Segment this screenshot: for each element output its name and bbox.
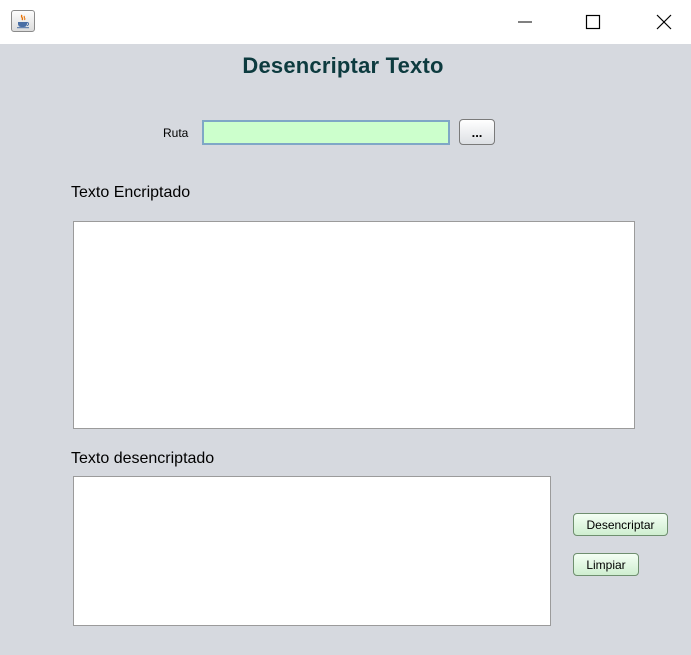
window-titlebar xyxy=(0,0,691,44)
ruta-input[interactable] xyxy=(202,120,450,145)
minimize-button[interactable] xyxy=(502,0,548,44)
encrypted-text-label: Texto Encriptado xyxy=(71,184,191,201)
browse-button[interactable]: ... xyxy=(459,119,495,145)
maximize-button[interactable] xyxy=(570,0,616,44)
decrypted-textarea[interactable] xyxy=(73,476,551,626)
form-panel: Desencriptar Texto Ruta ... Texto Encrip… xyxy=(0,44,691,655)
decrypted-text-label: Texto desencriptado xyxy=(71,450,215,467)
minimize-icon xyxy=(518,21,532,23)
ruta-label: Ruta xyxy=(163,126,189,140)
java-coffee-icon[interactable] xyxy=(11,10,35,32)
close-icon xyxy=(656,14,672,30)
decrypt-button[interactable]: Desencriptar xyxy=(573,513,668,536)
maximize-icon xyxy=(585,14,601,30)
encrypted-textarea[interactable] xyxy=(73,221,635,429)
close-button[interactable] xyxy=(641,0,687,44)
clear-button[interactable]: Limpiar xyxy=(573,553,639,576)
page-title: Desencriptar Texto xyxy=(242,53,444,78)
